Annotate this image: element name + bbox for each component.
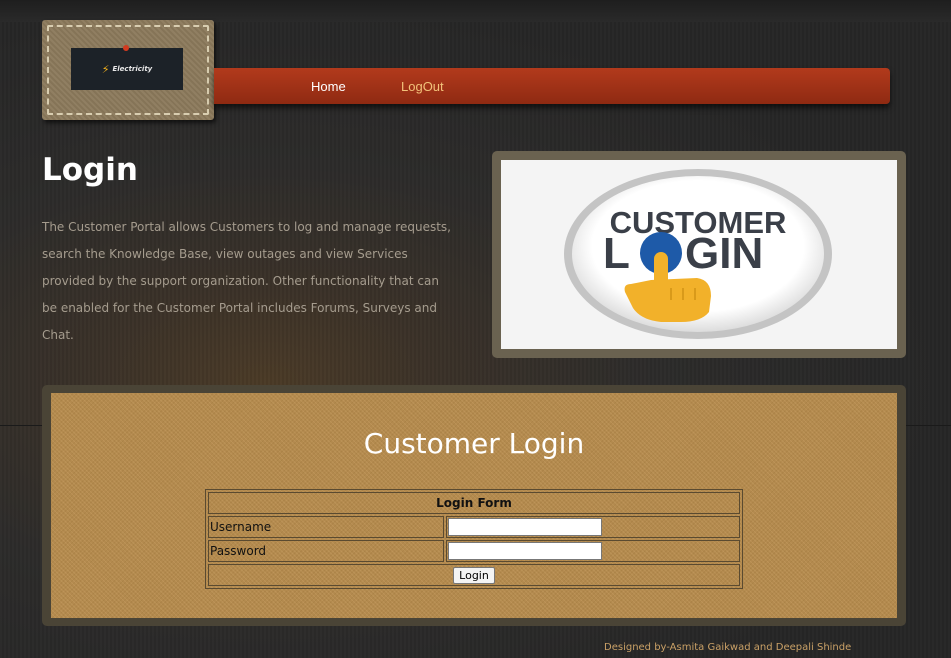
- submit-row: Login: [208, 564, 740, 586]
- username-label: Username: [208, 516, 444, 538]
- submit-cell: Login: [208, 564, 740, 586]
- customer-login-banner: CUSTOMER L GIN: [501, 160, 897, 349]
- username-cell: [446, 516, 740, 538]
- top-band: [0, 0, 951, 22]
- footer-credit: Designed by-Asmita Gaikwad and Deepali S…: [604, 642, 852, 653]
- lightning-bolt-icon: ⚡: [101, 62, 110, 76]
- nav-logout-link[interactable]: LogOut: [401, 79, 444, 94]
- site-logo[interactable]: ⚡ Electricity: [71, 48, 183, 90]
- password-label: Password: [208, 540, 444, 562]
- password-input[interactable]: [448, 542, 602, 560]
- username-input[interactable]: [448, 518, 602, 536]
- nav-home-link[interactable]: Home: [311, 79, 346, 94]
- login-form-heading: Login Form: [208, 492, 740, 514]
- login-panel-inner: Customer Login Login Form Username Passw…: [51, 393, 897, 618]
- badge-letter-l: L: [603, 229, 630, 278]
- main-nav: Home LogOut: [214, 68, 890, 104]
- login-form-table: Login Form Username Password Login: [205, 489, 743, 589]
- customer-login-graphic: CUSTOMER L GIN: [564, 169, 832, 339]
- form-title: Customer Login: [363, 427, 585, 460]
- login-button[interactable]: Login: [453, 566, 495, 584]
- banner-image-frame: CUSTOMER L GIN: [492, 151, 906, 358]
- logo-patch[interactable]: ⚡ Electricity: [42, 20, 214, 120]
- username-row: Username: [208, 516, 740, 538]
- password-cell: [446, 540, 740, 562]
- page: ⚡ Electricity Home LogOut Login The Cust…: [0, 0, 951, 658]
- password-row: Password: [208, 540, 740, 562]
- badge-letters-gin: GIN: [685, 229, 763, 278]
- logo-brand-text: Electricity: [112, 65, 153, 73]
- login-panel: Customer Login Login Form Username Passw…: [42, 385, 906, 626]
- table-header-row: Login Form: [208, 492, 740, 514]
- page-title: Login: [42, 152, 138, 188]
- intro-paragraph: The Customer Portal allows Customers to …: [42, 220, 451, 342]
- logo-pin-dot: [123, 45, 129, 51]
